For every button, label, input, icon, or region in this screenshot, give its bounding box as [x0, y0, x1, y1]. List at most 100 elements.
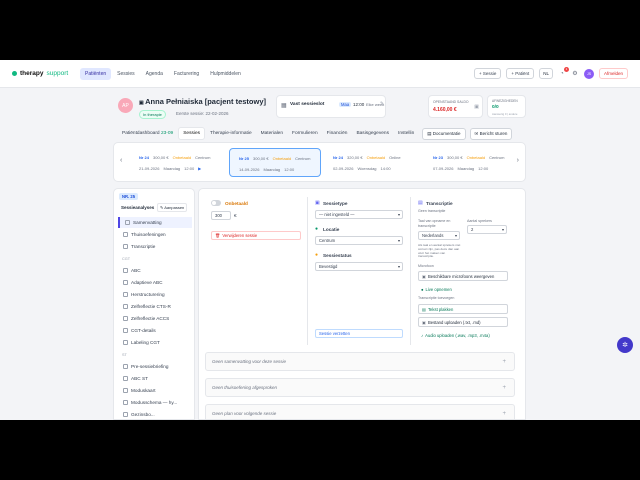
session-status: Onbetaald	[366, 155, 386, 160]
tab-forms[interactable]: Formulieren	[288, 128, 322, 139]
session-card[interactable]: Nr 24 300,00 € Onbetaald Centrum 21-09-2026…	[130, 148, 222, 177]
sidebar-item-cts-r[interactable]: Zelfreflectie CTS-R	[118, 301, 192, 312]
tab-therapy-info[interactable]: Therapie-informatie	[206, 128, 256, 139]
sidebar-item-adaptive-abc[interactable]: Adaptieve ABC	[118, 277, 192, 288]
sidebar-item-mode-schema[interactable]: Modusschema — hy...	[118, 397, 192, 408]
sidebar-item-mode-map[interactable]: Moduskaart	[118, 385, 192, 396]
summary-panel[interactable]: Geen samenvatting voor deze sessie +	[205, 352, 515, 371]
chevron-left-icon[interactable]: ‹	[120, 157, 122, 164]
doc-icon	[123, 376, 128, 381]
sidebar-item-abc-st[interactable]: ABC ST	[118, 373, 192, 384]
tab-finances[interactable]: Financiën	[323, 128, 352, 139]
session-time: 12:00	[284, 167, 295, 172]
sidebar-item-abc[interactable]: ABC	[118, 265, 192, 276]
next-plan-panel[interactable]: Geen plan voor volgende sessie +	[205, 404, 515, 419]
unpaid-label: Onbetaald	[225, 201, 248, 206]
sidebar-item-homework[interactable]: Thuisoefeningen	[118, 229, 192, 240]
session-card[interactable]: Nr 24 320,00 € Onbetaald Online 02-09-2026 W…	[324, 148, 416, 177]
documentation-button[interactable]: ▤ Documentatie	[422, 127, 466, 140]
nav-item-patients[interactable]: Patiënten	[80, 67, 112, 80]
location-select[interactable]: Centrum	[315, 236, 403, 245]
sidebar-item-pre-briefing[interactable]: Pre-sessiebriefing	[118, 361, 192, 372]
speakers-select[interactable]: 2	[467, 225, 507, 234]
session-location: Centrum	[295, 156, 311, 161]
session-number: Nr 24	[333, 155, 344, 160]
session-card-active[interactable]: Nr 25 300,00 € Onbetaald Centrum 14-09-2026…	[229, 148, 321, 177]
slot-day: Maa	[339, 102, 352, 107]
doc-icon	[123, 400, 128, 405]
live-record-button[interactable]: ● Live opnemen	[418, 284, 508, 294]
absences-sub: Aanwezig 0 | andere	[492, 112, 518, 116]
trash-icon: 🗑	[215, 232, 221, 238]
doc-icon	[123, 304, 128, 309]
live-record-label: Live opnemen	[425, 286, 452, 292]
session-price: 300,00 €	[253, 156, 269, 161]
doc-icon	[123, 232, 128, 237]
sidebar-item-label: Adaptieve ABC	[131, 280, 163, 285]
tab-dashboard[interactable]: Patiëntdashboard 23-09	[118, 128, 177, 139]
plus-icon[interactable]: +	[502, 385, 506, 391]
logo-text: therapy	[20, 70, 44, 77]
send-message-button[interactable]: ✉ Bericht sturen	[469, 127, 513, 140]
sidebar-item-cgt-details[interactable]: CGT-details	[118, 325, 192, 336]
session-card[interactable]: Nr 23 300,00 € Onbetaald Centrum 07-09-2026…	[424, 148, 516, 177]
session-type-select[interactable]: — niet ingesteld —	[315, 210, 403, 219]
tab-materials[interactable]: Materialen	[257, 128, 287, 139]
audio-icon: ♪	[421, 332, 424, 338]
documentation-label: Documentatie	[432, 130, 461, 136]
new-session-button[interactable]: + Sessie	[473, 68, 502, 79]
recording-language-select[interactable]: Nederlands	[418, 231, 460, 240]
price-input[interactable]: 300	[211, 211, 231, 220]
paste-text-button[interactable]: ▤ Tekst plakken	[418, 304, 508, 314]
delete-session-button[interactable]: 🗑 Verwijderen sessie	[211, 231, 301, 240]
sidebar-item-summary[interactable]: Samenvatting	[118, 217, 192, 228]
play-icon[interactable]: ▶	[198, 166, 201, 171]
move-session-button[interactable]: Sessie verzetten	[315, 329, 403, 338]
chevron-right-icon[interactable]: ›	[517, 157, 519, 164]
adjust-button[interactable]: ✎ Aanpassen	[157, 203, 188, 212]
sidebar-item-labeling[interactable]: Labeling CGT	[118, 337, 192, 348]
nav-item-sessions[interactable]: Sessies	[112, 68, 140, 80]
session-location: Online	[389, 155, 401, 160]
sidebar-item-transcript[interactable]: Transcriptie	[118, 241, 192, 252]
doc-icon	[123, 280, 128, 285]
nav-item-billing[interactable]: Facturering	[169, 68, 204, 80]
new-patient-button[interactable]: + Patiënt	[506, 68, 535, 79]
sidebar-item-accs[interactable]: Zelfreflectie ACCS	[118, 313, 192, 324]
sidebar-item-restructuring[interactable]: Herstructurering	[118, 289, 192, 300]
assistant-fab[interactable]: ✲	[617, 337, 633, 353]
upload-audio-button[interactable]: ♪ Audio uploaden (.wav, .mp3, .m4a)	[418, 330, 508, 340]
user-avatar[interactable]: JS	[583, 68, 594, 79]
plus-icon[interactable]: +	[502, 359, 506, 365]
upload-icon: ▣	[422, 319, 426, 325]
gear-icon[interactable]: ⚙	[571, 70, 579, 78]
session-status-select[interactable]: Bevestigd	[315, 262, 403, 271]
tab-basic-data[interactable]: Basisgegevens	[352, 128, 393, 139]
tab-sessions[interactable]: Sessies	[178, 127, 206, 140]
sidebar-title: Sessieanalyses	[121, 205, 155, 210]
wallet-icon: ▣	[474, 104, 479, 110]
nav-item-agenda[interactable]: Agenda	[141, 68, 168, 80]
sidebar-item-family[interactable]: Gezinsbo...	[118, 409, 192, 419]
balance-label: OPENSTAAND SALDO	[433, 100, 469, 104]
tab-settings[interactable]: Instellin	[394, 128, 418, 139]
plus-icon[interactable]: +	[502, 411, 506, 417]
sidebar-item-label: Modusschema — hy...	[131, 400, 178, 405]
language-select[interactable]: NL	[539, 68, 553, 79]
upload-file-button[interactable]: ▣ Bestand uploaden (.txt, .md)	[418, 317, 508, 327]
nav-item-tools[interactable]: Hulpmiddelen	[205, 68, 246, 80]
doc-icon	[123, 328, 128, 333]
upload-audio-label: Audio uploaden (.wav, .mp3, .m4a)	[425, 332, 490, 338]
show-microphones-button[interactable]: ▣ Beschikbare microfoons weergeven	[418, 271, 508, 281]
paid-toggle[interactable]	[211, 200, 221, 206]
sidebar-item-label: CGT-details	[131, 328, 156, 333]
edit-icon[interactable]: ✎	[380, 101, 384, 107]
currency-label: €	[234, 213, 237, 218]
homework-panel[interactable]: Geen thuisoefening afgesproken +	[205, 378, 515, 397]
session-day: Maandag	[263, 167, 281, 172]
session-date: 14-09-2026	[239, 167, 260, 172]
bell-icon[interactable]: ◔ 1	[558, 66, 569, 78]
tag-icon: ▣	[315, 200, 320, 206]
app-logo[interactable]: therapy support	[12, 70, 80, 77]
logout-button[interactable]: Afmelden	[598, 68, 628, 79]
